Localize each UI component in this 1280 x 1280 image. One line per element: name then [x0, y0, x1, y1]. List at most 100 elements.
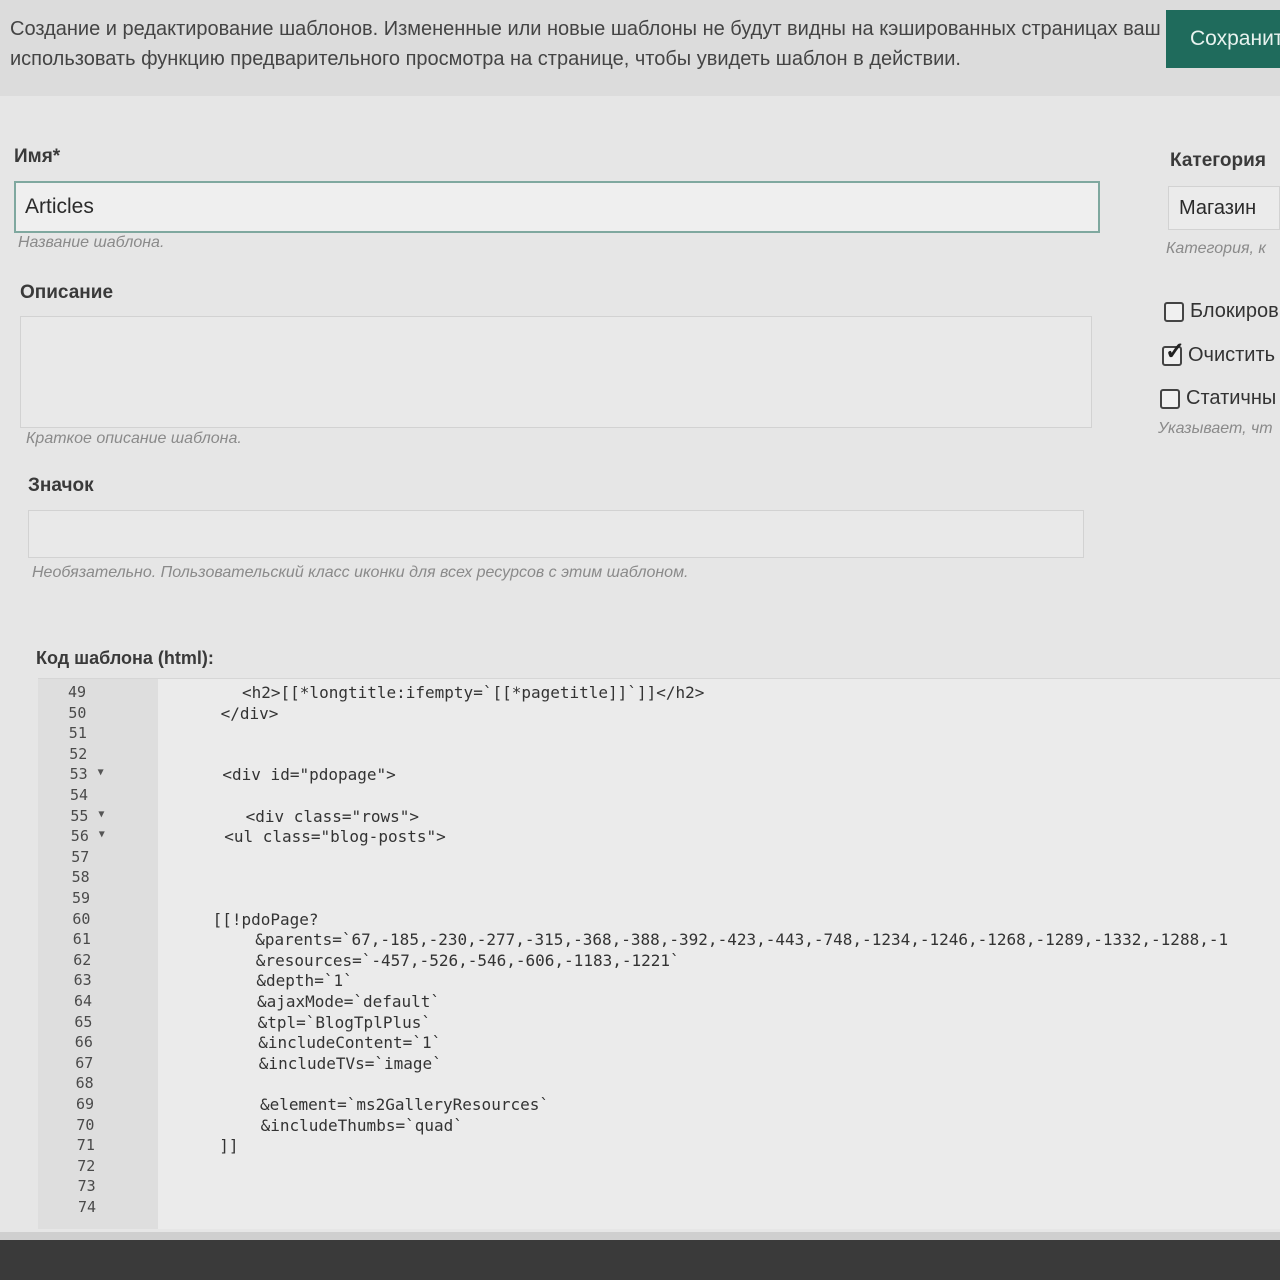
- fold-arrow-icon[interactable]: ▼: [98, 767, 104, 778]
- line-number: 49: [68, 683, 87, 701]
- checkbox-icon[interactable]: [1160, 388, 1180, 409]
- checkbox-static-label: Статичны: [1186, 387, 1277, 409]
- code-text: &includeThumbs=`quad`: [260, 1115, 463, 1135]
- line-number: 60: [72, 909, 91, 928]
- code-line[interactable]: 55 ▼ <div class="rows">: [38, 807, 1280, 827]
- code-text: [[!pdoPage?: [212, 909, 319, 929]
- line-number: 58: [71, 868, 90, 887]
- code-line[interactable]: 51: [38, 724, 1280, 744]
- code-line[interactable]: 65 &tpl=`BlogTplPlus`: [38, 1013, 1280, 1033]
- checkmark-icon: ✓: [1165, 337, 1186, 365]
- icon-field-wrapper: [28, 510, 1084, 558]
- code-line[interactable]: 63 &depth=`1`: [38, 971, 1280, 991]
- checkbox-checked-icon[interactable]: ✓: [1162, 339, 1185, 366]
- description-help: Краткое описание шаблона.: [26, 430, 242, 447]
- description-textarea[interactable]: [21, 317, 1091, 427]
- code-line[interactable]: 72: [38, 1157, 1280, 1177]
- code-line[interactable]: 67 &includeTVs=`image`: [38, 1054, 1280, 1074]
- line-number: 65: [74, 1012, 93, 1031]
- code-line[interactable]: 50 </div>: [38, 704, 1280, 724]
- name-help: Название шаблона.: [18, 234, 165, 251]
- code-line[interactable]: 52: [38, 745, 1280, 765]
- name-label: Имя*: [14, 146, 61, 167]
- category-help: Категория, к: [1166, 240, 1266, 257]
- code-line[interactable]: 74: [38, 1198, 1280, 1218]
- line-number: 57: [71, 847, 90, 866]
- icon-label: Значок: [28, 475, 94, 496]
- line-number: 70: [76, 1115, 95, 1134]
- code-line[interactable]: 62 &resources=`-457,-526,-546,-606,-1183,…: [38, 951, 1280, 971]
- code-text: &tpl=`BlogTplPlus`: [257, 1012, 431, 1032]
- checkbox-icon[interactable]: [1164, 301, 1184, 322]
- code-text: &includeTVs=`image`: [258, 1053, 442, 1073]
- line-number: 50: [68, 703, 87, 722]
- code-line[interactable]: 60 [[!pdoPage?: [38, 910, 1280, 930]
- code-text: </div>: [220, 703, 279, 723]
- category-label: Категория: [1170, 150, 1266, 171]
- screen-bezel: [0, 1240, 1280, 1280]
- line-number: 63: [73, 971, 92, 990]
- category-select[interactable]: Магазин: [1168, 186, 1280, 230]
- code-text: <div id="pdopage">: [222, 765, 396, 785]
- code-line[interactable]: 64 &ajaxMode=`default`: [38, 992, 1280, 1012]
- code-text: ]]: [219, 1136, 239, 1156]
- code-line[interactable]: 58: [38, 868, 1280, 888]
- line-number: 59: [72, 889, 91, 907]
- icon-class-input[interactable]: [29, 511, 1083, 557]
- line-number: 68: [75, 1074, 94, 1093]
- code-line[interactable]: 57: [38, 848, 1280, 868]
- line-number: 64: [74, 992, 93, 1010]
- name-field-wrapper: [14, 181, 1100, 233]
- fold-arrow-icon[interactable]: ▼: [99, 829, 105, 840]
- code-line[interactable]: 70 &includeThumbs=`quad`: [38, 1116, 1280, 1136]
- code-line[interactable]: 73: [38, 1177, 1280, 1197]
- line-number: 67: [75, 1053, 94, 1072]
- line-number: 73: [77, 1177, 96, 1196]
- code-text: &resources=`-457,-526,-546,-606,-1183,-1…: [255, 950, 680, 970]
- checkbox-clear-cache-label: Очистить: [1188, 344, 1276, 366]
- name-input[interactable]: [16, 183, 1098, 231]
- line-number: 62: [73, 950, 92, 969]
- line-number: 74: [78, 1198, 97, 1216]
- line-number: 52: [69, 744, 88, 763]
- fold-arrow-icon[interactable]: ▼: [98, 809, 104, 820]
- code-line[interactable]: 71]]: [38, 1136, 1280, 1156]
- checkbox-clear-cache[interactable]: ✓ Очистить: [1162, 339, 1276, 367]
- code-line[interactable]: 59: [38, 889, 1280, 909]
- code-line[interactable]: 69 &element=`ms2GalleryResources`: [38, 1095, 1280, 1115]
- code-text: <ul class="blog-posts">: [224, 827, 446, 847]
- line-number: 72: [77, 1156, 96, 1175]
- intro-line-2: использовать функцию предварительного пр…: [10, 48, 961, 70]
- code-editor-label: Код шаблона (html):: [36, 648, 214, 668]
- save-button[interactable]: Сохранит: [1166, 10, 1280, 68]
- code-line[interactable]: 61 &parents=`67,-185,-230,-277,-315,-368,…: [38, 930, 1280, 950]
- code-text: <div class="rows">: [245, 806, 419, 826]
- code-line[interactable]: 53 ▼ <div id="pdopage">: [38, 765, 1280, 785]
- code-line[interactable]: 56 ▼ <ul class="blog-posts">: [38, 827, 1280, 847]
- code-line[interactable]: 49 <h2>[[*longtitle:ifempty=`[[*pagetitle…: [38, 683, 1280, 703]
- code-line[interactable]: 68: [38, 1074, 1280, 1094]
- code-line[interactable]: 66 &includeContent=`1`: [38, 1033, 1280, 1053]
- line-number: 54: [70, 786, 89, 804]
- description-field-wrapper: [20, 316, 1092, 428]
- checkbox-static[interactable]: Статичны: [1160, 387, 1276, 410]
- icon-help: Необязательно. Пользовательский класс ик…: [32, 564, 689, 581]
- code-text: &parents=`67,-185,-230,-277,-315,-368,-3…: [255, 930, 1229, 950]
- line-number: 61: [72, 930, 91, 949]
- checkbox-lock[interactable]: Блокиров: [1164, 300, 1279, 323]
- checkbox-lock-label: Блокиров: [1190, 300, 1279, 322]
- description-label: Описание: [20, 282, 114, 303]
- code-editor[interactable]: 49 <h2>[[*longtitle:ifempty=`[[*pagetitle…: [38, 678, 1280, 1229]
- code-text: &depth=`1`: [256, 971, 353, 991]
- code-text: <h2>[[*longtitle:ifempty=`[[*pagetitle]]…: [242, 683, 705, 702]
- code-text: &includeContent=`1`: [258, 1033, 442, 1053]
- top-info-bar: Создание и редактирование шаблонов. Изме…: [0, 0, 1280, 96]
- code-text: &ajaxMode=`default`: [257, 992, 441, 1011]
- intro-text: Создание и редактирование шаблонов. Изме…: [10, 14, 1160, 74]
- code-text: &element=`ms2GalleryResources`: [260, 1095, 549, 1114]
- intro-line-1: Создание и редактирование шаблонов. Изме…: [10, 18, 1160, 40]
- static-help: Указывает, чт: [1158, 420, 1273, 437]
- code-line[interactable]: 54: [38, 786, 1280, 806]
- line-number: 69: [76, 1095, 95, 1113]
- line-number: 51: [68, 724, 87, 743]
